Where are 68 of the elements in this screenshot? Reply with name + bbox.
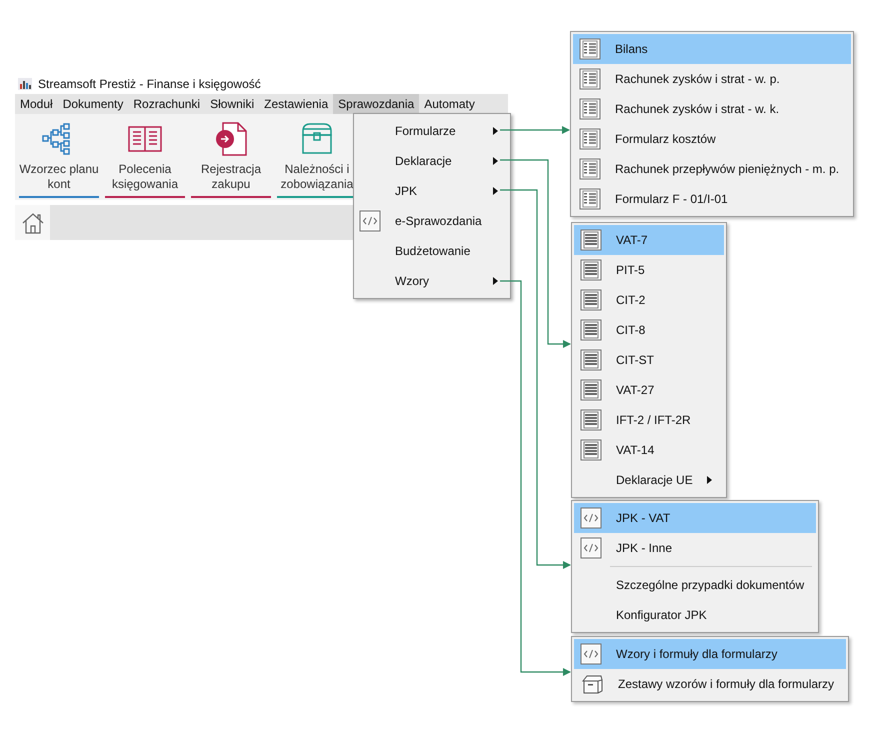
menu-item[interactable]: Szczególne przypadki dokumentów bbox=[574, 570, 816, 600]
menu-item[interactable]: Zestawy wzorów i formuły dla formularzy bbox=[574, 669, 846, 699]
menu-item[interactable]: Rachunek zysków i strat - w. p. bbox=[573, 64, 852, 94]
form-icon bbox=[579, 68, 601, 90]
connector-arrow bbox=[500, 126, 570, 134]
home-icon bbox=[20, 212, 44, 234]
table-icon bbox=[580, 229, 602, 251]
form-icon bbox=[579, 158, 601, 180]
table-icon bbox=[580, 289, 602, 311]
menu-item[interactable]: Rachunek przepływów pieniężnych - m. p. bbox=[573, 154, 852, 184]
menu-item[interactable]: Deklaracje bbox=[359, 146, 498, 176]
menu-item[interactable]: CIT-8 bbox=[574, 315, 724, 345]
submenu-arrow-icon bbox=[706, 476, 712, 484]
submenu-arrow-icon bbox=[493, 127, 498, 135]
window-title: Streamsoft Prestiż - Finanse i księgowość bbox=[38, 76, 261, 93]
menu-item[interactable]: Wzory i formuły dla formularzy bbox=[574, 639, 846, 669]
code-icon bbox=[580, 643, 602, 665]
ribbon-button[interactable]: Rejestracja zakupu bbox=[191, 120, 271, 198]
menu-item[interactable]: Formularze bbox=[359, 116, 498, 146]
menu-item[interactable]: Wzory bbox=[359, 266, 498, 296]
menu-item[interactable]: JPK - VAT bbox=[574, 503, 816, 533]
form-icon bbox=[579, 188, 601, 210]
menu-bar-item[interactable]: Dokumenty bbox=[58, 94, 128, 114]
menu-bar-item[interactable]: Sprawozdania bbox=[333, 94, 420, 114]
form-icon bbox=[579, 98, 601, 120]
menu-item[interactable]: VAT-7 bbox=[574, 225, 724, 255]
table-icon bbox=[580, 349, 602, 371]
form-icon bbox=[579, 38, 601, 60]
menu-item[interactable]: Bilans bbox=[573, 34, 852, 64]
menu-item[interactable]: JPK bbox=[359, 176, 498, 206]
table-icon bbox=[580, 409, 602, 431]
menu-item[interactable]: Budżetowanie bbox=[359, 236, 498, 266]
menu-item[interactable]: VAT-27 bbox=[574, 375, 724, 405]
menu-item[interactable]: VAT-14 bbox=[574, 435, 724, 465]
chest-icon bbox=[300, 123, 334, 155]
menu-item[interactable]: Konfigurator JPK bbox=[574, 600, 816, 630]
menu-item[interactable]: Deklaracje UE bbox=[574, 465, 724, 495]
menu-item[interactable]: JPK - Inne bbox=[574, 533, 816, 563]
menu-bar-item[interactable]: Zestawienia bbox=[259, 94, 334, 114]
form-icon bbox=[579, 128, 601, 150]
menu-bar-item[interactable]: Automaty bbox=[419, 94, 480, 114]
ribbon-button[interactable]: Polecenia księgowania bbox=[105, 120, 185, 198]
code-icon bbox=[359, 210, 381, 232]
book-icon bbox=[128, 124, 162, 154]
code-icon bbox=[580, 537, 602, 559]
box-icon bbox=[580, 673, 604, 695]
ribbon-button[interactable]: Wzorzec planu kont bbox=[19, 120, 99, 198]
menu-bar-item[interactable]: Słowniki bbox=[205, 94, 260, 114]
code-icon bbox=[580, 507, 602, 529]
submenu-arrow-icon bbox=[493, 187, 498, 195]
submenu-arrow-icon bbox=[493, 277, 498, 285]
menu-item[interactable]: Formularz kosztów bbox=[573, 124, 852, 154]
menu-item[interactable]: IFT-2 / IFT-2R bbox=[574, 405, 724, 435]
menu-item[interactable]: CIT-2 bbox=[574, 285, 724, 315]
menu-item[interactable]: CIT-ST bbox=[574, 345, 724, 375]
menu-item[interactable]: Rachunek zysków i strat - w. k. bbox=[573, 94, 852, 124]
menu-bar-item[interactable]: Moduł bbox=[15, 94, 58, 114]
home-button[interactable] bbox=[15, 205, 50, 240]
table-icon bbox=[580, 259, 602, 281]
menu-item[interactable]: Formularz F - 01/I-01 bbox=[573, 184, 852, 214]
table-icon bbox=[580, 379, 602, 401]
table-icon bbox=[580, 319, 602, 341]
document-icon bbox=[214, 122, 248, 156]
table-icon bbox=[580, 439, 602, 461]
menu-bar-item[interactable]: Rozrachunki bbox=[128, 94, 206, 114]
app-logo-icon bbox=[18, 78, 32, 90]
submenu-arrow-icon bbox=[493, 157, 498, 165]
menu-item[interactable]: PIT-5 bbox=[574, 255, 724, 285]
